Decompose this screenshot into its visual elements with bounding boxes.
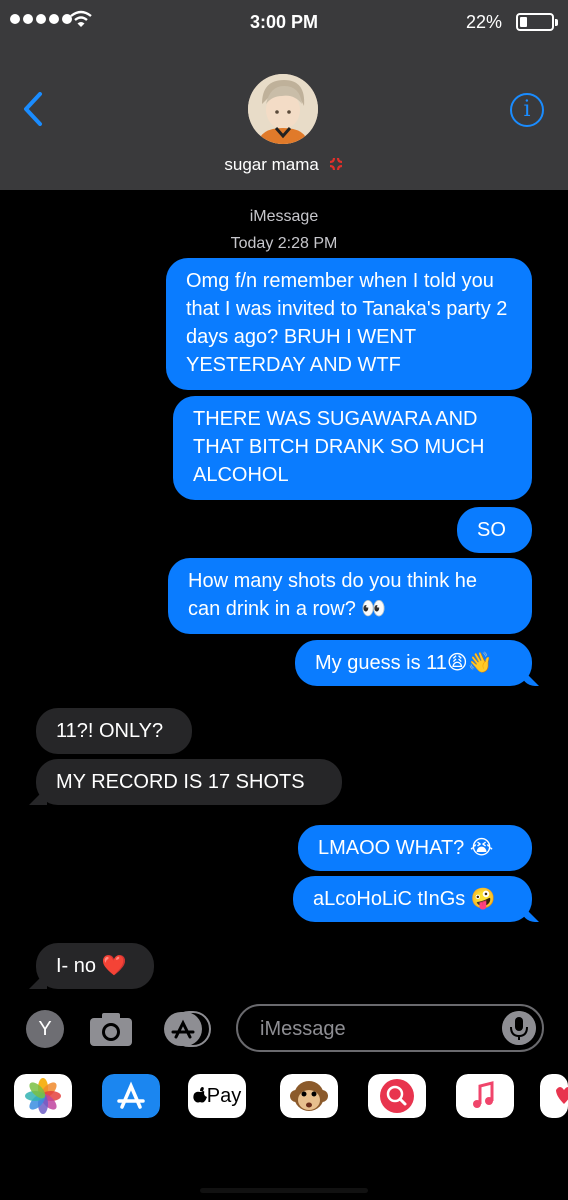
- message-bubble-outgoing[interactable]: Omg f/n remember when I told you that I …: [166, 258, 532, 390]
- message-bubble-outgoing[interactable]: My guess is 11😩👋: [295, 640, 532, 686]
- message-bubble-outgoing[interactable]: How many shots do you think he can drink…: [168, 558, 532, 634]
- message-bubble-outgoing[interactable]: aLcoHoLiC tInGs 🤪: [293, 876, 532, 922]
- chevron-left-icon[interactable]: [22, 92, 44, 126]
- camera-icon[interactable]: [88, 1010, 134, 1048]
- conversation-header: sugar mama i: [0, 46, 568, 190]
- contact-name[interactable]: sugar mama: [0, 155, 568, 175]
- app-store-icon[interactable]: [102, 1074, 160, 1118]
- message-bubble-incoming[interactable]: MY RECORD IS 17 SHOTS: [36, 759, 342, 805]
- info-icon[interactable]: i: [510, 93, 544, 127]
- app-store-icon[interactable]: [162, 1010, 212, 1048]
- mic-icon[interactable]: [502, 1011, 536, 1045]
- avatar[interactable]: [248, 74, 318, 144]
- message-bubble-outgoing[interactable]: SO: [457, 507, 532, 553]
- battery-percent: 22%: [465, 12, 502, 32]
- apple-pay-icon[interactable]: Pay: [188, 1074, 246, 1118]
- web-search-icon[interactable]: [368, 1074, 426, 1118]
- music-icon[interactable]: [456, 1074, 514, 1118]
- anger-symbol-icon: [329, 157, 342, 171]
- message-bubble-incoming[interactable]: 11?! ONLY?: [36, 708, 192, 754]
- timestamp: Today 2:28 PM: [230, 235, 338, 252]
- photos-icon[interactable]: [14, 1074, 72, 1118]
- message-input[interactable]: iMessage: [236, 1004, 544, 1052]
- message-bubble-outgoing[interactable]: THERE WAS SUGAWARA AND THAT BITCH DRANK …: [173, 396, 532, 500]
- digital-touch-icon[interactable]: [540, 1074, 568, 1118]
- message-bubble-outgoing[interactable]: LMAOO WHAT? 😭: [298, 825, 532, 871]
- home-indicator: [200, 1188, 368, 1193]
- message-bubble-incoming[interactable]: I- no ❤️: [36, 943, 154, 989]
- message-placeholder: iMessage: [260, 1018, 346, 1040]
- animoji-monkey-icon[interactable]: [280, 1074, 338, 1118]
- battery-icon: [516, 13, 558, 31]
- service-label: iMessage: [249, 208, 319, 225]
- keyboard-y-icon[interactable]: Y: [26, 1010, 64, 1048]
- status-bar: 3:00 PM 22%: [0, 0, 568, 46]
